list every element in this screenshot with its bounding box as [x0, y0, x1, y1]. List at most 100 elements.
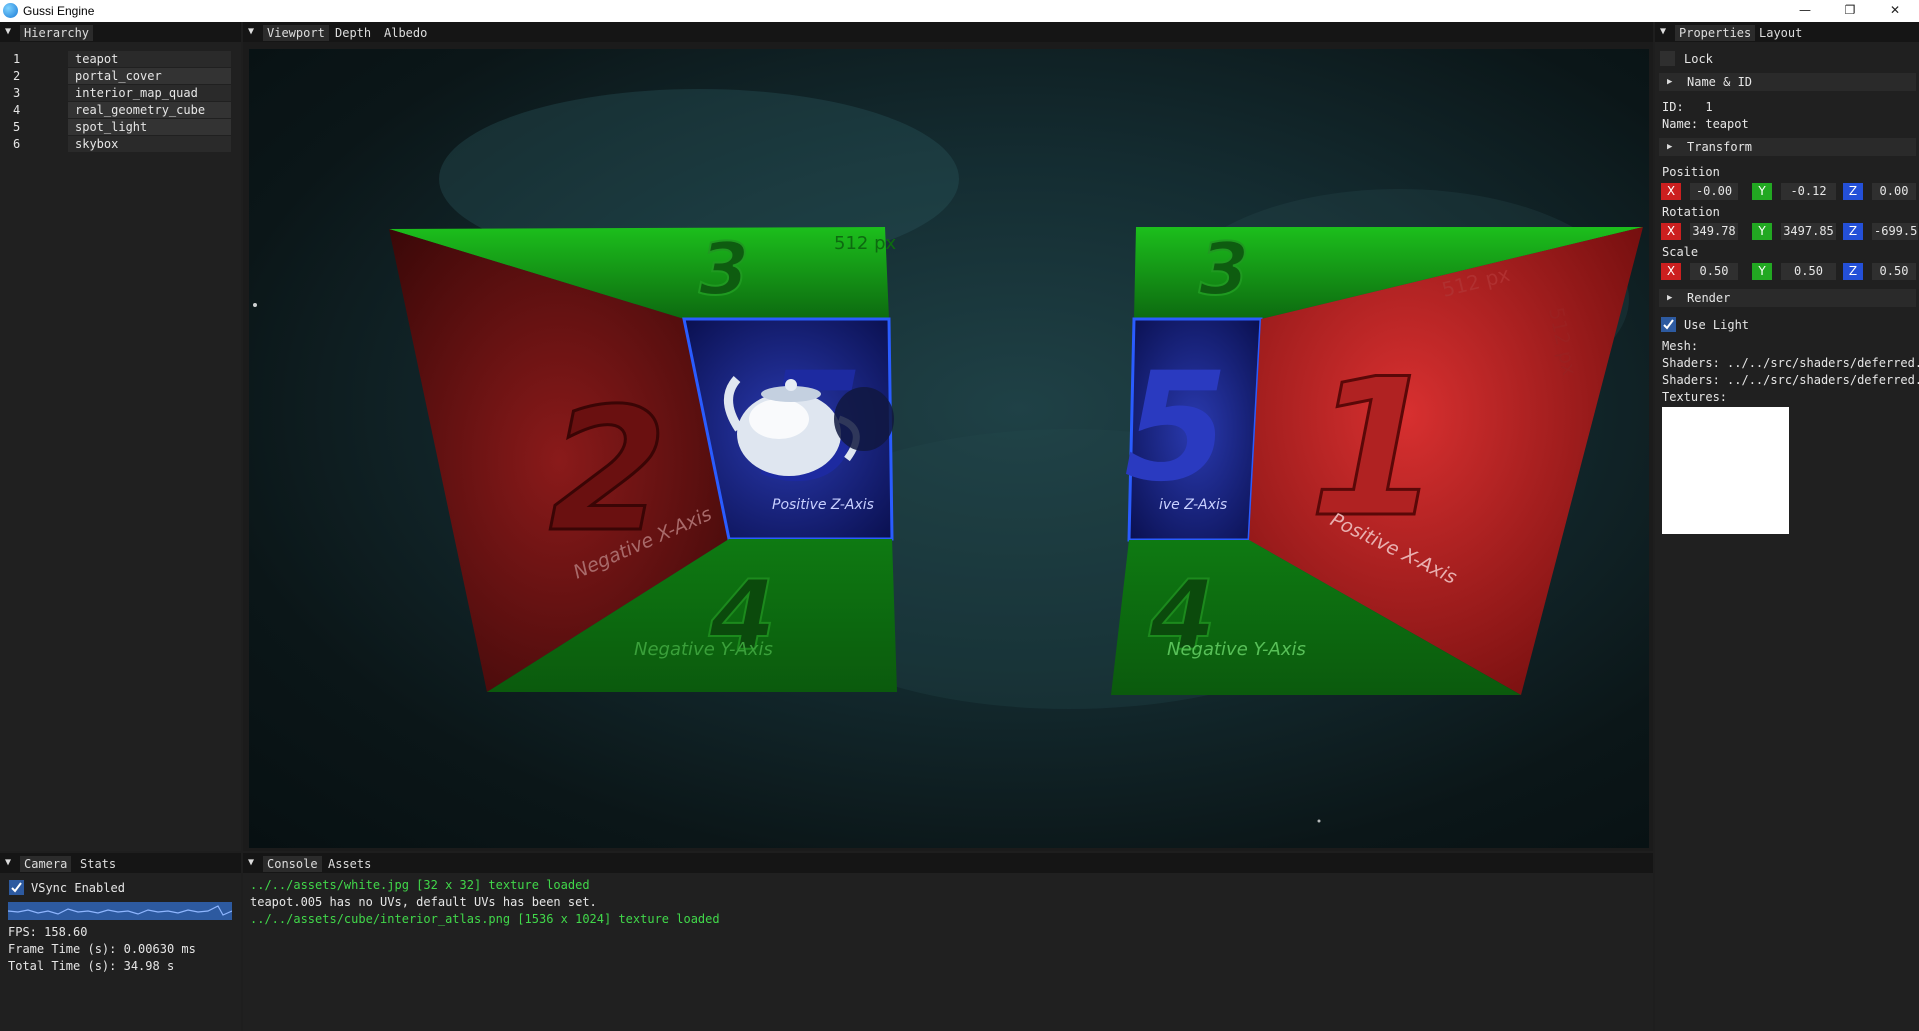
section-label: Transform [1687, 140, 1753, 154]
rotation-z-button[interactable]: Z [1843, 223, 1863, 240]
tab-viewport[interactable]: Viewport [263, 25, 329, 41]
hierarchy-name: interior_map_quad [68, 85, 231, 101]
section-transform[interactable]: ▶ Transform [1659, 138, 1916, 156]
shader-line-vert: Shaders: ../../src/shaders/deferred.v [1662, 373, 1919, 387]
hierarchy-tabbar: ▼ Hierarchy [0, 22, 241, 42]
left-top-label: 512 px [834, 233, 897, 254]
hierarchy-item-spot-light[interactable]: 5 spot_light [8, 119, 231, 135]
tab-hierarchy[interactable]: Hierarchy [20, 25, 94, 41]
checkmark-icon [1663, 319, 1674, 330]
app-logo-icon [3, 3, 18, 18]
hierarchy-index: 3 [13, 86, 21, 100]
close-button[interactable]: ✕ [1872, 0, 1918, 22]
minimize-button[interactable]: — [1782, 0, 1828, 22]
vsync-label: VSync Enabled [31, 881, 125, 895]
checkmark-icon [11, 882, 22, 893]
hierarchy-name: portal_cover [68, 68, 231, 84]
console-line: ../../assets/white.jpg [32 x 32] texture… [250, 878, 590, 892]
section-label: Render [1687, 291, 1731, 305]
tab-layout[interactable]: Layout [1755, 25, 1806, 41]
rotation-x-field[interactable]: 349.78 [1690, 223, 1738, 240]
collapse-arrow-icon[interactable]: ▼ [248, 857, 254, 868]
console-tabbar: ▼ Console Assets [243, 853, 1653, 873]
section-label: Name & ID [1687, 75, 1753, 89]
hierarchy-index: 1 [13, 52, 21, 66]
mesh-line: Mesh: [1662, 339, 1699, 353]
tab-camera[interactable]: Camera [20, 856, 72, 872]
hierarchy-index: 4 [13, 103, 21, 117]
hierarchy-name: teapot [68, 51, 231, 67]
restore-button[interactable]: ❐ [1827, 0, 1873, 22]
position-x-button[interactable]: X [1661, 183, 1681, 200]
hierarchy-name: skybox [68, 136, 231, 152]
left-cube: 3 512 px 2 Negative X-Axis 5 Positive Z-… [389, 226, 897, 692]
tab-assets[interactable]: Assets [324, 856, 375, 872]
shader-line-frag: Shaders: ../../src/shaders/deferred.f [1662, 356, 1919, 370]
hierarchy-item-skybox[interactable]: 6 skybox [8, 136, 231, 152]
section-name-id[interactable]: ▶ Name & ID [1659, 73, 1916, 91]
position-y-field[interactable]: -0.12 [1781, 183, 1836, 200]
rotation-y-field[interactable]: 3497.85 [1781, 223, 1836, 240]
hierarchy-name: spot_light [68, 119, 231, 135]
texture-preview [1662, 407, 1789, 534]
collapse-arrow-icon[interactable]: ▼ [5, 26, 11, 37]
hierarchy-index: 5 [13, 120, 21, 134]
console-line: teapot.005 has no UVs, default UVs has b… [250, 895, 597, 909]
expand-arrow-icon: ▶ [1667, 293, 1673, 303]
hierarchy-item-interior-map-quad[interactable]: 3 interior_map_quad [8, 85, 231, 101]
hierarchy-index: 6 [13, 137, 21, 151]
stats-tabbar: ▼ Camera Stats [0, 853, 241, 873]
rotation-x-button[interactable]: X [1661, 223, 1681, 240]
position-label: Position [1662, 165, 1720, 179]
scene-viewport[interactable]: 3 512 px 2 Negative X-Axis 5 Positive Z-… [249, 49, 1649, 848]
left-top-number: 3 [699, 227, 749, 311]
hierarchy-item-teapot[interactable]: 1 teapot [8, 51, 231, 67]
hierarchy-index: 2 [13, 69, 21, 83]
fps-text: FPS: 158.60 [8, 925, 88, 939]
scale-x-button[interactable]: X [1661, 263, 1681, 280]
position-y-button[interactable]: Y [1752, 183, 1772, 200]
scale-label: Scale [1662, 245, 1699, 259]
scene-render[interactable]: 3 512 px 2 Negative X-Axis 5 Positive Z-… [249, 49, 1649, 848]
rotation-z-field[interactable]: -699.5 [1872, 223, 1918, 240]
properties-tabbar: ▼ Properties Layout [1655, 22, 1919, 42]
position-z-button[interactable]: Z [1843, 183, 1863, 200]
frame-time-text: Frame Time (s): 0.00630 ms [8, 942, 196, 956]
scale-y-field[interactable]: 0.50 [1781, 263, 1836, 280]
scale-y-button[interactable]: Y [1752, 263, 1772, 280]
tab-albedo[interactable]: Albedo [380, 25, 431, 41]
tab-stats[interactable]: Stats [76, 856, 120, 872]
tab-console[interactable]: Console [263, 856, 322, 872]
hierarchy-item-portal-cover[interactable]: 2 portal_cover [8, 68, 231, 84]
rotation-y-button[interactable]: Y [1752, 223, 1772, 240]
expand-arrow-icon: ▶ [1667, 142, 1673, 152]
left-back-label: Positive Z-Axis [772, 497, 874, 513]
scale-z-button[interactable]: Z [1843, 263, 1863, 280]
hierarchy-name: real_geometry_cube [68, 102, 231, 118]
tab-properties[interactable]: Properties [1675, 25, 1756, 41]
right-top-number: 3 [1199, 227, 1249, 311]
collapse-arrow-icon[interactable]: ▼ [248, 26, 254, 37]
scale-x-field[interactable]: 0.50 [1690, 263, 1738, 280]
lock-checkbox[interactable] [1660, 51, 1675, 66]
collapse-arrow-icon[interactable]: ▼ [1660, 26, 1666, 37]
right-back-label: ive Z-Axis [1159, 497, 1227, 513]
position-z-field[interactable]: 0.00 [1872, 183, 1916, 200]
name-line: Name: teapot [1662, 117, 1749, 131]
frame-time-graph [8, 902, 232, 920]
vsync-checkbox[interactable] [9, 880, 24, 895]
hierarchy-item-real-geometry-cube[interactable]: 4 real_geometry_cube [8, 102, 231, 118]
use-light-label: Use Light [1684, 318, 1750, 332]
position-x-field[interactable]: -0.00 [1690, 183, 1738, 200]
expand-arrow-icon: ▶ [1667, 77, 1673, 87]
window-title: Gussi Engine [23, 4, 95, 18]
tab-depth[interactable]: Depth [331, 25, 375, 41]
textures-label: Textures: [1662, 390, 1728, 404]
scale-z-field[interactable]: 0.50 [1872, 263, 1916, 280]
right-back-number: 5 [1124, 341, 1228, 515]
use-light-checkbox[interactable] [1661, 317, 1676, 332]
section-render[interactable]: ▶ Render [1659, 289, 1916, 307]
collapse-arrow-icon[interactable]: ▼ [5, 857, 11, 868]
id-line: ID: 1 [1662, 100, 1713, 114]
viewport-tabbar: ▼ Viewport Depth Albedo [243, 22, 1653, 42]
